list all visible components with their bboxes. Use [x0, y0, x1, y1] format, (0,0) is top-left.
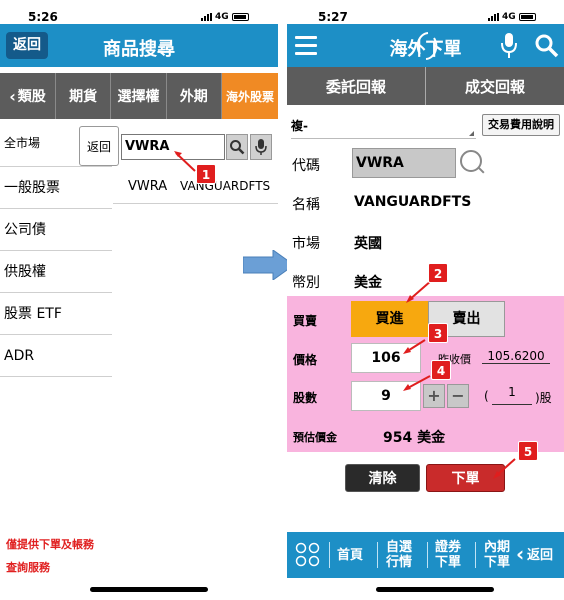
search-icon[interactable] [535, 34, 559, 58]
step-marker-5: 5 [518, 441, 538, 461]
prev-close-value: 105.6200 [482, 349, 550, 364]
status-bar: 5:26 4G [0, 0, 278, 24]
search-button[interactable] [226, 134, 248, 160]
account-select[interactable]: 複- [291, 111, 476, 139]
status-indicators: 4G [488, 12, 536, 22]
search-input[interactable]: VWRA [121, 134, 225, 160]
decrease-button[interactable]: − [447, 384, 469, 408]
place-order-button[interactable]: 下單 [426, 464, 505, 492]
order-header: 海外下單 [287, 24, 564, 67]
status-bar: 5:27 4G [287, 0, 564, 24]
battery-icon [518, 13, 536, 21]
currency-value: 美金 [354, 275, 382, 291]
lot-input[interactable]: 1 [492, 385, 532, 405]
price-label: 價格 [293, 353, 318, 367]
account-row: 複- 交易費用說明 [287, 109, 564, 141]
step-marker-4: 4 [431, 360, 451, 380]
chevron-left-icon: ‹ [9, 86, 16, 106]
home-indicator [376, 587, 494, 592]
nav-divider [427, 542, 428, 568]
footnote-line-1: 僅提供下單及帳務 [6, 538, 94, 551]
status-time: 5:27 [318, 10, 348, 24]
nav-watchlist[interactable]: 自選 行情 [386, 540, 412, 570]
tab-overseas-stocks[interactable]: 海外股票 [221, 73, 278, 119]
bottom-nav: 首頁 自選 行情 證券 下單 內期 下單 ‹ 返回 [287, 532, 564, 578]
search-icon [230, 140, 245, 155]
qty-label: 股數 [293, 391, 318, 405]
chevron-left-icon: ‹ [516, 542, 525, 566]
nav-home[interactable]: 首頁 [337, 548, 363, 563]
name-label: 名稱 [292, 197, 320, 213]
home-indicator [90, 587, 208, 592]
result-name: VANGUARDFTS [180, 179, 271, 193]
tab-sector[interactable]: ‹ 類股 [0, 73, 56, 119]
market-label: 市場 [292, 236, 320, 252]
estimate-label: 預估價金 [293, 431, 337, 444]
nav-futures-order[interactable]: 內期 下單 [484, 540, 510, 570]
tab-fill-report[interactable]: 成交回報 [425, 67, 564, 105]
status-time: 5:26 [28, 10, 58, 24]
sidebar-item-corporate-bonds[interactable]: 公司債 [0, 209, 112, 251]
increase-button[interactable]: + [423, 384, 445, 408]
lot-unit: )股 [535, 391, 552, 405]
fee-info-button[interactable]: 交易費用說明 [482, 114, 560, 136]
buy-button[interactable]: 買進 [351, 301, 428, 337]
tab-order-report[interactable]: 委託回報 [287, 67, 425, 105]
nav-back[interactable]: 返回 [527, 548, 553, 563]
footnote-line-2: 查詢服務 [6, 561, 50, 574]
nav-divider [475, 542, 476, 568]
status-indicators: 4G [201, 12, 249, 22]
signal-icon [201, 13, 212, 21]
search-screen: 5:26 4G 返回 商品搜尋 ‹ 類股 期貨 選擇權 外期 海外股票 全市場 一… [0, 0, 278, 600]
network-label: 4G [215, 12, 229, 22]
return-button[interactable]: 返回 [79, 126, 119, 166]
market-value: 英國 [354, 236, 382, 252]
code-label: 代碼 [292, 158, 320, 174]
page-title: 商品搜尋 [103, 39, 175, 60]
order-screen: 5:27 4G 海外下單 委託回報 成交回報 複- 交易費用說明 代碼 VWRA… [287, 0, 564, 600]
nav-divider [377, 542, 378, 568]
microphone-icon[interactable] [501, 32, 517, 60]
sidebar-item-general-stocks[interactable]: 一般股票 [0, 167, 112, 209]
qty-input[interactable]: 9 [351, 381, 421, 411]
report-tabs: 委託回報 成交回報 [287, 67, 564, 105]
step-marker-2: 2 [428, 263, 448, 283]
tab-foreign-futures[interactable]: 外期 [167, 73, 222, 119]
network-label: 4G [502, 12, 516, 22]
tab-futures[interactable]: 期貨 [56, 73, 112, 119]
price-input[interactable]: 106 [351, 343, 421, 373]
sidebar-item-adr[interactable]: ADR [0, 335, 112, 377]
swap-arrows-icon[interactable] [416, 28, 438, 64]
estimate-value: 954 美金 [383, 430, 446, 446]
battery-icon [231, 13, 249, 21]
tab-options[interactable]: 選擇權 [111, 73, 167, 119]
category-tabs: ‹ 類股 期貨 選擇權 外期 海外股票 [0, 73, 278, 119]
step-marker-3: 3 [428, 323, 448, 343]
voice-button[interactable] [250, 134, 272, 160]
sidebar-item-etf[interactable]: 股票 ETF [0, 293, 112, 335]
zoom-icon[interactable] [460, 150, 482, 172]
search-header: 返回 商品搜尋 [0, 24, 278, 67]
result-code: VWRA [128, 179, 168, 194]
side-label: 買賣 [293, 314, 318, 328]
order-panel: 買賣 買進 賣出 價格 106 昨收價 105.6200 股數 9 + − ( … [287, 296, 564, 452]
search-panel: 返回 VWRA [79, 124, 278, 168]
dropdown-icon [469, 126, 474, 136]
sidebar-item-rights[interactable]: 供股權 [0, 251, 112, 293]
clear-button[interactable]: 清除 [345, 464, 420, 492]
lot-open: ( [484, 389, 489, 403]
microphone-icon [255, 139, 267, 155]
signal-icon [488, 13, 499, 21]
nav-securities-order[interactable]: 證券 下單 [435, 540, 461, 570]
apps-grid-icon[interactable] [295, 542, 321, 568]
nav-divider [329, 542, 330, 568]
step-marker-1: 1 [196, 164, 216, 184]
currency-label: 幣別 [292, 275, 320, 291]
code-field[interactable]: VWRA [352, 148, 456, 178]
name-value: VANGUARDFTS [354, 194, 472, 210]
